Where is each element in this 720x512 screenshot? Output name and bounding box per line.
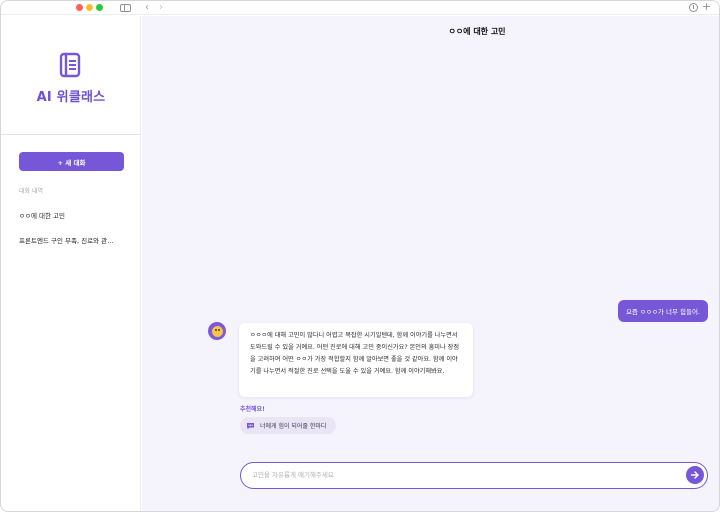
download-icon[interactable] [689,3,698,12]
history-item[interactable]: ㅇㅇ에 대한 고민 [19,210,131,220]
bot-message-bubble: ㅇㅇㅇ에 대해 고민이 많다니 어렵고 복잡한 시기일텐데, 함께 이야기를 나… [239,323,473,397]
maximize-window-button[interactable] [96,4,103,11]
chat-bubble-icon [246,422,255,430]
history-section-label: 대화 내역 [19,188,43,195]
history-item[interactable]: 프론트엔드 구인 부족, 진로와 관… [19,235,131,245]
forward-arrow-icon[interactable]: › [159,2,163,13]
user-message-bubble: 요즘 ㅇㅇㅇ가 너무 힘들어. [617,300,708,322]
sidebar-divider [1,134,141,135]
message-input[interactable] [252,468,672,482]
sidebar: AI 위클래스 + 새 대화 대화 내역 ㅇㅇ에 대한 고민 프론트엔드 구인 … [1,16,141,511]
arrow-right-icon [690,471,699,479]
title-bar: ‹ › + [1,1,719,15]
minimize-window-button[interactable] [86,4,93,11]
message-input-box [240,462,708,489]
plus-icon[interactable]: + [702,1,711,12]
recommend-chip-label: 너에게 힘이 되어줄 한마디 [260,423,327,430]
sidebar-toggle-icon[interactable] [120,4,131,12]
close-window-button[interactable] [76,4,83,11]
smiling-face-icon [211,325,223,337]
chat-title: ㅇㅇ에 대한 고민 [448,27,506,36]
logo-text: AI 위클래스 [36,90,106,105]
recommend-chip[interactable]: 너에게 힘이 되어줄 한마디 [240,417,337,434]
recommend-label: 추천해요! [240,406,265,413]
send-button[interactable] [686,466,704,484]
bot-avatar [208,322,226,340]
chat-panel: ㅇㅇ에 대한 고민 요즘 ㅇㅇㅇ가 너무 힘들어. ㅇㅇㅇ에 대해 고민이 많다… [142,16,719,511]
browser-window: ‹ › + AI 위클래스 + 새 대화 대화 내역 ㅇㅇ에 대한 고민 프론트… [0,0,720,512]
new-chat-button[interactable]: + 새 대화 [19,152,124,171]
back-arrow-icon[interactable]: ‹ [145,2,149,13]
book-icon [58,52,82,78]
